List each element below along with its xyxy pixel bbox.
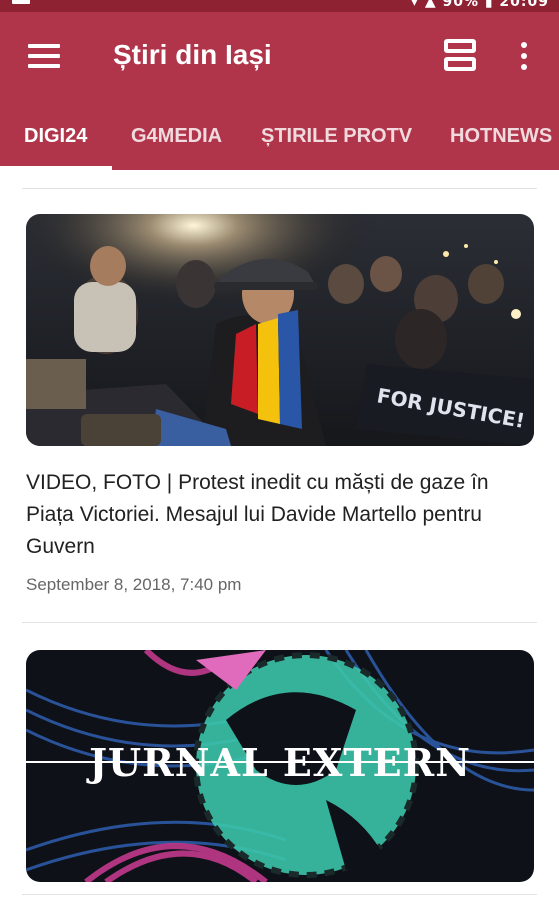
- jurnal-extern-title: JURNAL EXTERN: [86, 740, 471, 785]
- source-tabs: DIGI24 G4MEDIA ȘTIRILE PROTV HOTNEWS: [0, 114, 559, 170]
- view-agenda-icon[interactable]: [440, 34, 480, 78]
- notification-icon: [12, 0, 30, 4]
- hamburger-menu-icon[interactable]: [22, 38, 66, 74]
- status-bar: ▾ ▲ 90% ▮ 20:09: [0, 0, 559, 12]
- tab-g4media[interactable]: G4MEDIA: [131, 114, 222, 170]
- app-bar: Știri din Iași DIGI24 G4MEDIA ȘTIRILE PR…: [0, 12, 559, 170]
- toolbar: Știri din Iași: [0, 12, 559, 102]
- page-title: Știri din Iași: [113, 39, 272, 70]
- divider: [22, 894, 537, 895]
- news-feed[interactable]: FOR JUSTICE! VIDEO, FOTO | Protest inedi…: [0, 170, 559, 900]
- article-headline[interactable]: VIDEO, FOTO | Protest inedit cu măști de…: [26, 467, 536, 563]
- article-image-protest[interactable]: FOR JUSTICE!: [26, 214, 534, 446]
- tab-hotnews[interactable]: HOTNEWS: [450, 114, 552, 170]
- tab-stirile-protv[interactable]: ȘTIRILE PROTV: [261, 114, 412, 170]
- article-image-jurnal-extern[interactable]: JURNAL EXTERN: [26, 650, 534, 882]
- article-date: September 8, 2018, 7:40 pm: [26, 575, 242, 594]
- divider: [22, 188, 537, 189]
- divider: [22, 622, 537, 623]
- tab-digi24[interactable]: DIGI24: [24, 114, 87, 170]
- more-vert-icon[interactable]: [510, 38, 538, 74]
- status-bar-indicators: ▾ ▲ 90% ▮ 20:09: [410, 0, 549, 10]
